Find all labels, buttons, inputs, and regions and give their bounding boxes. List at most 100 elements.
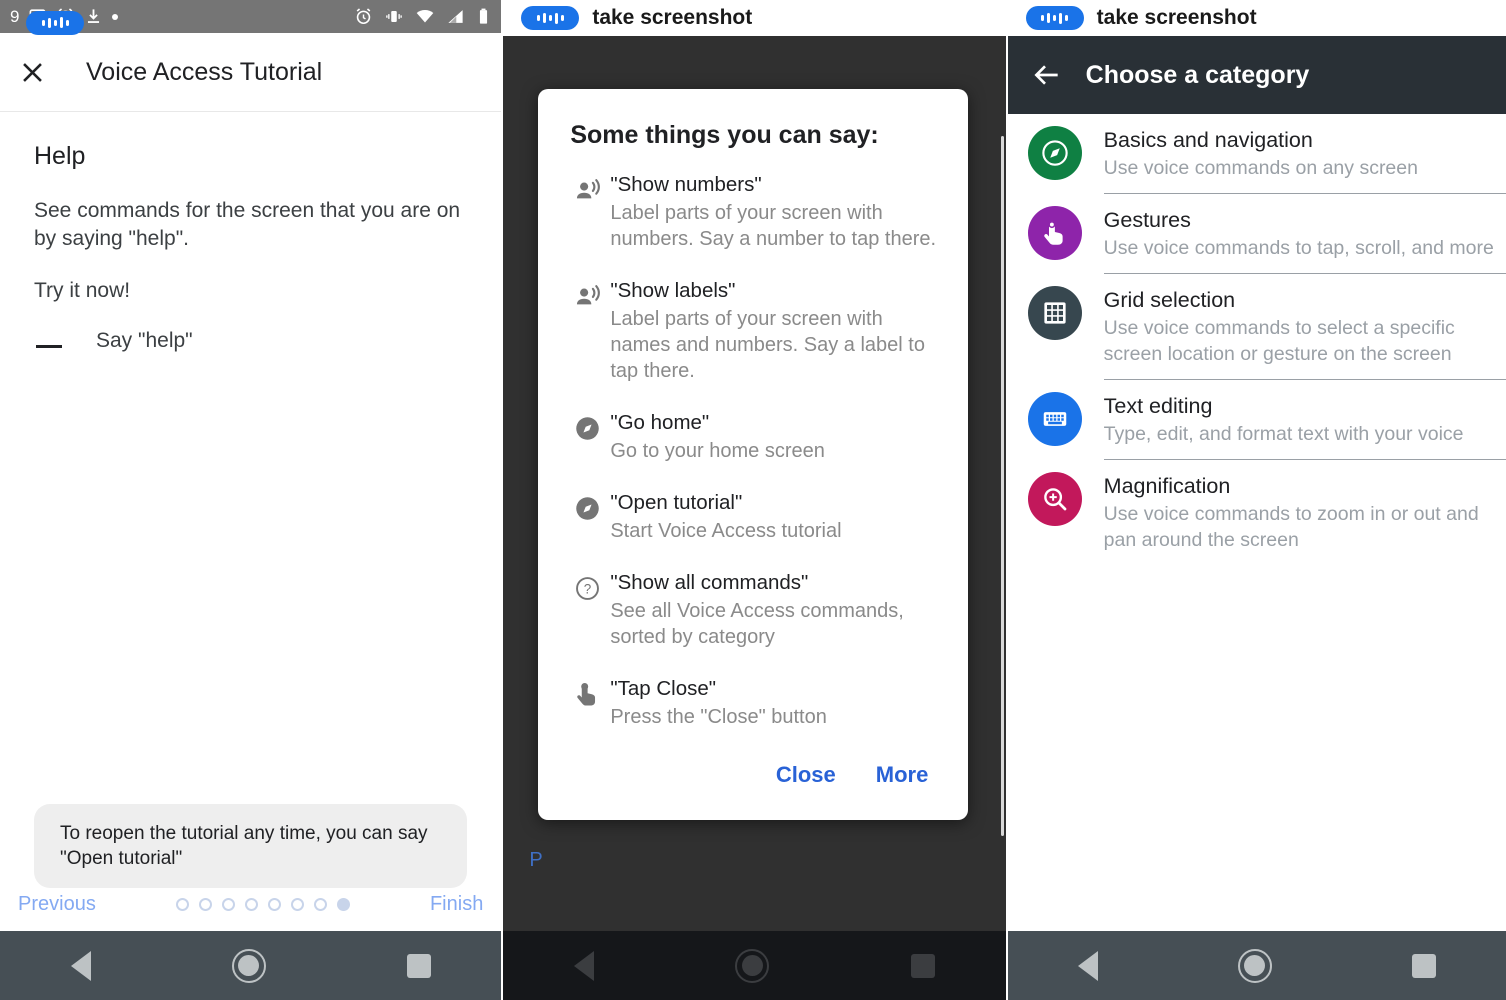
keyboard-icon [1027,392,1082,446]
home-icon[interactable] [231,948,266,983]
voice-command-banner: take screenshot [1007,0,1506,36]
pager-dot[interactable] [221,897,235,911]
voice-wave-icon [1025,6,1084,30]
status-bar-right [354,7,491,26]
category-desc: Use voice commands on any screen [1103,157,1418,179]
recents-icon[interactable] [406,953,431,978]
command-text: "Show labels" Label parts of your screen… [610,278,944,384]
pager-dot[interactable] [313,897,327,911]
scrollbar[interactable] [1000,136,1004,836]
recents-icon[interactable] [910,953,935,978]
close-button[interactable]: Close [776,762,836,788]
list-item[interactable]: "Open tutorial" Start Voice Access tutor… [564,490,944,544]
category-title: Magnification [1103,474,1231,498]
list-item[interactable]: Text editing Type, edit, and format text… [1008,380,1506,460]
finish-button[interactable]: Finish [430,893,483,916]
android-navigation-bar [503,931,1006,1000]
pager-dot-active[interactable] [336,897,350,911]
tutorial-app-bar: Voice Access Tutorial [0,33,502,112]
list-item[interactable]: "Show labels" Label parts of your screen… [564,278,944,384]
command-desc: Press the "Close" button [610,706,827,728]
toast-text: To reopen the tutorial any time, you can… [60,823,428,869]
home-icon[interactable] [1237,948,1272,983]
back-icon[interactable] [574,950,595,981]
category-body: Grid selection Use voice commands to sel… [1103,274,1506,380]
list-item[interactable]: ? "Show all commands" See all Voice Acce… [564,570,944,650]
category-body: Text editing Type, edit, and format text… [1103,380,1506,460]
voice-command-label: take screenshot [1096,6,1257,29]
help-content: Help See commands for the screen that yo… [0,112,501,353]
command-desc: Go to your home screen [610,440,825,462]
bullet-label: Say "help" [96,329,193,352]
voice-command-label: take screenshot [592,6,753,29]
commands-list: "Show numbers" Label parts of your scree… [538,172,968,730]
list-item[interactable]: Gestures Use voice commands to tap, scro… [1008,194,1506,274]
dialog-title: Some things you can say: [570,121,879,149]
previous-button[interactable]: Previous [18,893,96,916]
pager-dot[interactable] [290,897,304,911]
category-title: Grid selection [1103,288,1236,312]
dialog-scrim: P Some things you can say: "Show numbers… [503,36,1006,1000]
grid-icon [1027,286,1082,340]
pager-dots [96,897,430,911]
help-circle-icon: ? [564,570,610,602]
help-paragraph-2: Try it now! [34,279,131,302]
help-paragraph-1: See commands for the screen that you are… [34,199,461,250]
clock-label: 9 [10,6,19,26]
record-voice-over-icon [564,278,610,310]
compass-icon [1027,126,1082,180]
category-body: Basics and navigation Use voice commands… [1103,114,1506,194]
vibrate-icon [384,7,404,26]
status-bar: 9 31 [0,0,502,35]
dash-icon [36,345,62,348]
command-name: "Show all commands" [610,571,809,594]
compass-icon [564,490,610,522]
command-desc: Label parts of your screen with numbers.… [610,202,937,250]
panel-tutorial-help: 9 31 [0,0,502,1000]
pager-dot[interactable] [244,897,258,911]
back-icon[interactable] [70,950,91,981]
category-list: Basics and navigation Use voice commands… [1008,114,1506,565]
pager-dot[interactable] [198,897,212,911]
wifi-icon [415,7,435,26]
back-icon[interactable] [1077,950,1098,981]
list-item[interactable]: "Show numbers" Label parts of your scree… [564,172,944,252]
command-desc: Label parts of your screen with names an… [610,308,925,382]
pager-dot[interactable] [267,897,281,911]
close-icon[interactable] [0,58,64,87]
pager-dot[interactable] [175,897,189,911]
screenshot-triptych: 9 31 [0,0,1506,1000]
voice-command-banner: take screenshot [503,0,1006,36]
home-icon[interactable] [735,948,770,983]
more-button[interactable]: More [876,762,929,788]
list-item[interactable]: Basics and navigation Use voice commands… [1008,114,1506,194]
record-voice-over-icon [564,172,610,204]
list-item[interactable]: Grid selection Use voice commands to sel… [1008,274,1506,380]
command-name: "Tap Close" [610,677,717,700]
category-desc: Use voice commands to tap, scroll, and m… [1103,237,1494,259]
signal-icon [446,7,465,26]
list-item[interactable]: Magnification Use voice commands to zoom… [1008,460,1506,565]
category-title: Basics and navigation [1103,128,1313,152]
panel-commands-dialog: take screenshot P Some things you can sa… [501,0,1008,1000]
list-item[interactable]: "Go home" Go to your home screen [564,410,944,464]
command-desc: Start Voice Access tutorial [610,520,842,542]
category-desc: Use voice commands to zoom in or out and… [1103,503,1479,551]
list-item[interactable]: "Tap Close" Press the "Close" button [564,676,944,730]
toast-message: To reopen the tutorial any time, you can… [34,804,468,888]
alarm-icon [354,7,373,26]
list-item: Say "help" [34,329,467,353]
category-title: Gestures [1103,208,1191,232]
category-body: Gestures Use voice commands to tap, scro… [1103,194,1506,274]
recents-icon[interactable] [1411,953,1436,978]
voice-wave-icon [521,6,580,30]
category-desc: Use voice commands to select a specific … [1103,317,1455,365]
touch-gesture-icon [564,676,610,708]
compass-icon [564,410,610,442]
command-name: "Show numbers" [610,173,762,196]
arrow-back-icon[interactable] [1008,59,1086,91]
dot-icon [111,13,118,20]
voice-access-pill[interactable] [26,10,84,35]
command-text: "Tap Close" Press the "Close" button [610,676,944,730]
command-desc: See all Voice Access commands, sorted by… [610,600,904,648]
